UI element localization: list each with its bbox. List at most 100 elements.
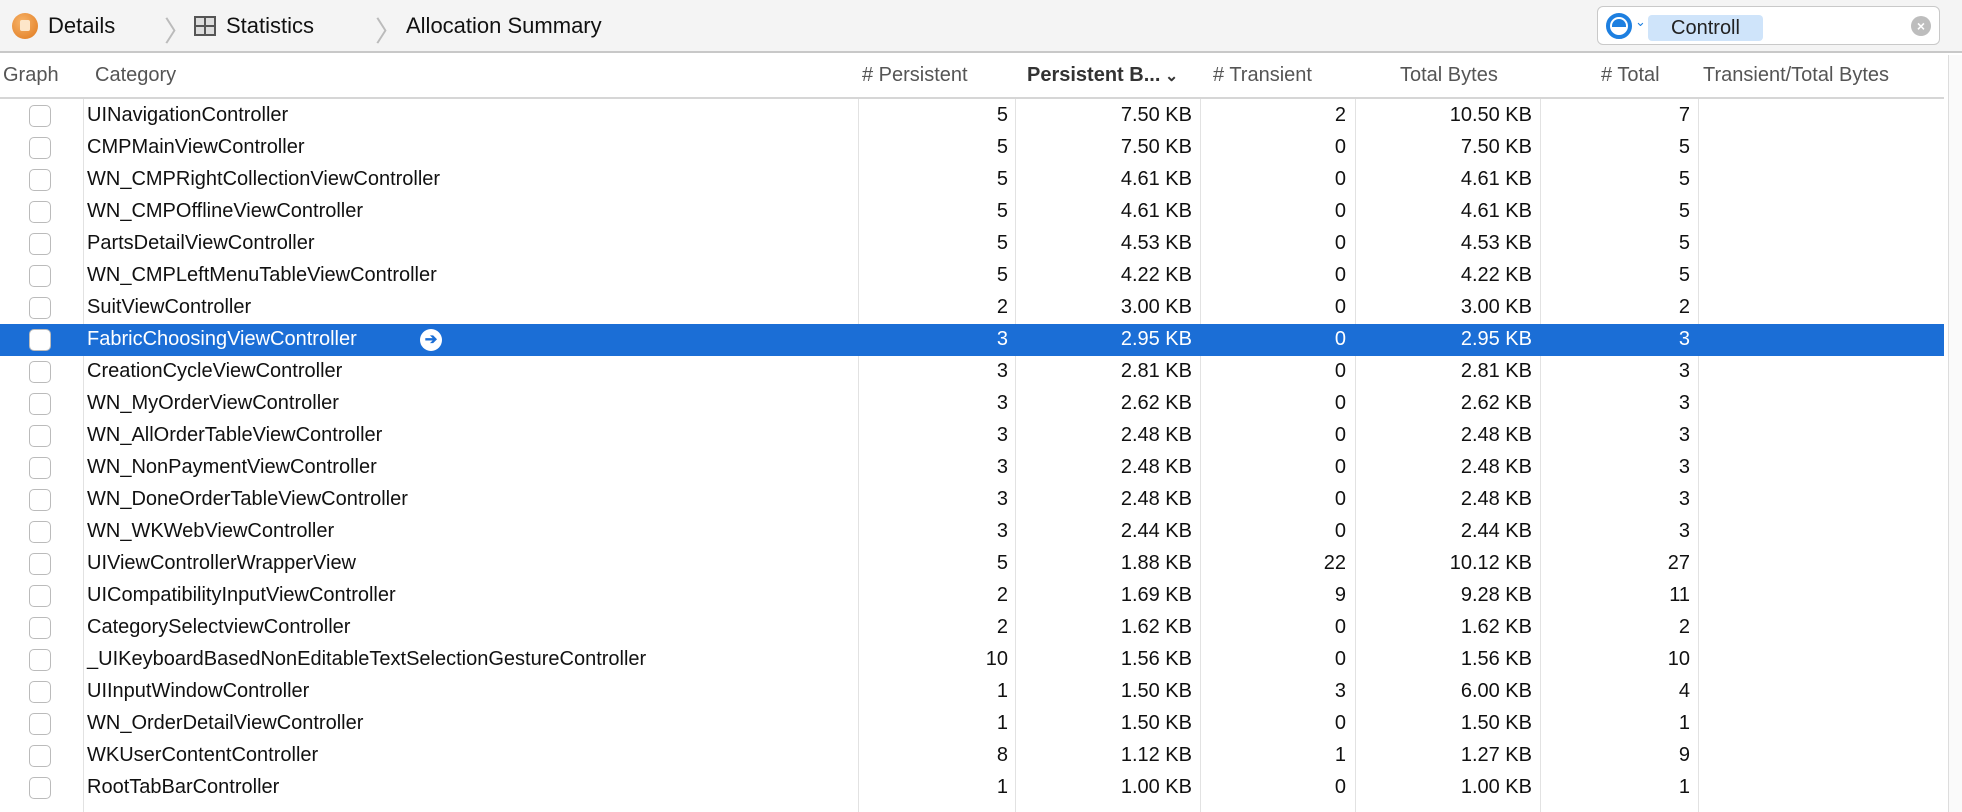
table-row[interactable]: FabricChoosingViewController ➔ 3 2.95 KB 0 2.… bbox=[0, 324, 1944, 356]
graph-checkbox[interactable] bbox=[29, 105, 51, 127]
search-token[interactable]: Controll bbox=[1648, 15, 1763, 41]
graph-checkbox[interactable] bbox=[29, 489, 51, 511]
cell-value: 4.53 KB bbox=[1460, 232, 1532, 254]
table-row[interactable]: CategorySelectviewController 2 1.62 KB 0 1.6… bbox=[0, 612, 1944, 644]
cell-value: 1 bbox=[1678, 712, 1690, 734]
cell-value: 5 bbox=[996, 552, 1008, 574]
cell-value: 4.61 KB bbox=[1460, 168, 1532, 190]
cell-value: 1.62 KB bbox=[1460, 616, 1532, 638]
table-row[interactable]: UICompatibilityInputViewController 2 1.69 … bbox=[0, 580, 1944, 612]
filter-search-field[interactable]: ⌄ Controll × bbox=[1597, 6, 1940, 45]
graph-checkbox[interactable] bbox=[29, 617, 51, 639]
table-row[interactable]: WN_CMPLeftMenuTableViewController 5 4.22 K… bbox=[0, 260, 1944, 292]
table-row[interactable]: RootTabBarController 1 1.00 KB 0 1.00 KB 1 bbox=[0, 772, 1944, 804]
cell-value: 2.81 KB bbox=[1120, 360, 1192, 382]
column-transient-count[interactable]: # Transient bbox=[1213, 64, 1312, 87]
cell-value: 0 bbox=[1334, 488, 1346, 510]
cell-value: 2.48 KB bbox=[1460, 424, 1532, 446]
graph-checkbox[interactable] bbox=[29, 553, 51, 575]
graph-checkbox[interactable] bbox=[29, 457, 51, 479]
table-row[interactable]: UIViewControllerWrapperView 5 1.88 KB 22 10.… bbox=[0, 548, 1944, 580]
cell-value: 5 bbox=[996, 264, 1008, 286]
table-row[interactable]: WN_AllOrderTableViewController 3 2.48 KB 0 2… bbox=[0, 420, 1944, 452]
category-name: UINavigationController bbox=[87, 104, 289, 126]
chevron-down-icon[interactable]: ⌄ bbox=[1635, 14, 1646, 30]
graph-checkbox[interactable] bbox=[29, 777, 51, 799]
cell-value: 2 bbox=[1678, 616, 1690, 638]
table-row[interactable]: UINavigationController 5 7.50 KB 2 10.50 KB 7 bbox=[0, 100, 1944, 132]
graph-checkbox[interactable] bbox=[29, 713, 51, 735]
cell-value: 1.62 KB bbox=[1120, 616, 1192, 638]
column-category[interactable]: Category bbox=[95, 64, 176, 87]
table-row[interactable]: WN_CMPRightCollectionViewController 5 4.61… bbox=[0, 164, 1944, 196]
cell-value: 7.50 KB bbox=[1120, 104, 1192, 126]
category-name: WKUserContentController bbox=[87, 744, 319, 766]
column-persistent-count[interactable]: # Persistent bbox=[862, 64, 968, 87]
graph-checkbox[interactable] bbox=[29, 137, 51, 159]
table-row[interactable]: WKUserContentController 8 1.12 KB 1 1.27 KB 9 bbox=[0, 740, 1944, 772]
column-graph[interactable]: Graph bbox=[3, 64, 59, 87]
cell-value: 5 bbox=[996, 232, 1008, 254]
table-row[interactable]: WN_DoneOrderTableViewController 3 2.48 KB 0… bbox=[0, 484, 1944, 516]
cell-value: 5 bbox=[996, 136, 1008, 158]
category-name: WN_DoneOrderTableViewController bbox=[87, 488, 408, 510]
table-row[interactable]: WN_OrderDetailViewController 1 1.50 KB 0 1.5… bbox=[0, 708, 1944, 740]
graph-checkbox[interactable] bbox=[29, 649, 51, 671]
column-total-count[interactable]: # Total bbox=[1601, 64, 1660, 87]
cell-value: 4 bbox=[1678, 680, 1690, 702]
graph-checkbox[interactable] bbox=[29, 169, 51, 191]
cell-value: 3 bbox=[996, 328, 1008, 350]
graph-checkbox[interactable] bbox=[29, 361, 51, 383]
table-row[interactable]: PartsDetailViewController 5 4.53 KB 0 4.53 K… bbox=[0, 228, 1944, 260]
table-row[interactable]: WN_CMPOfflineViewController 5 4.61 KB 0 4.61… bbox=[0, 196, 1944, 228]
breadcrumb-statistics[interactable]: Statistics bbox=[194, 13, 314, 39]
category-name: WN_NonPaymentViewController bbox=[87, 456, 377, 478]
cell-value: 5 bbox=[996, 168, 1008, 190]
column-persistent-bytes[interactable]: Persistent B... ⌄ bbox=[1027, 64, 1178, 87]
graph-checkbox[interactable] bbox=[29, 681, 51, 703]
breadcrumb-details[interactable]: Details bbox=[12, 13, 115, 39]
vertical-scrollbar[interactable] bbox=[1948, 55, 1962, 812]
cell-value: 2.44 KB bbox=[1120, 520, 1192, 542]
cell-value: 1.69 KB bbox=[1120, 584, 1192, 606]
chevron-right-icon: 〉 bbox=[164, 16, 193, 47]
graph-checkbox[interactable] bbox=[29, 585, 51, 607]
table-row[interactable]: WN_MyOrderViewController 3 2.62 KB 0 2.62 KB… bbox=[0, 388, 1944, 420]
category-name: WN_CMPLeftMenuTableViewController bbox=[87, 264, 437, 286]
cell-value: 3 bbox=[1678, 520, 1690, 542]
breadcrumb-allocation-summary[interactable]: Allocation Summary bbox=[406, 13, 602, 39]
category-name: WN_AllOrderTableViewController bbox=[87, 424, 383, 446]
column-total-bytes[interactable]: Total Bytes bbox=[1400, 64, 1498, 87]
table-row[interactable]: UIInputWindowController 1 1.50 KB 3 6.00 KB 4 bbox=[0, 676, 1944, 708]
cell-value: 1 bbox=[996, 776, 1008, 798]
table-row[interactable]: WN_WKWebViewController 3 2.44 KB 0 2.44 KB 3 bbox=[0, 516, 1944, 548]
table-row[interactable]: CMPMainViewController 5 7.50 KB 0 7.50 KB 5 bbox=[0, 132, 1944, 164]
cell-value: 1.56 KB bbox=[1120, 648, 1192, 670]
graph-checkbox[interactable] bbox=[29, 329, 51, 351]
cell-value: 2.95 KB bbox=[1460, 328, 1532, 350]
cell-value: 0 bbox=[1334, 776, 1346, 798]
column-transient-total-bytes[interactable]: Transient/Total Bytes bbox=[1703, 64, 1889, 87]
graph-checkbox[interactable] bbox=[29, 521, 51, 543]
cell-value: 2.48 KB bbox=[1120, 424, 1192, 446]
graph-checkbox[interactable] bbox=[29, 233, 51, 255]
graph-checkbox[interactable] bbox=[29, 265, 51, 287]
cell-value: 0 bbox=[1334, 392, 1346, 414]
clear-search-icon[interactable]: × bbox=[1911, 16, 1931, 36]
graph-checkbox[interactable] bbox=[29, 393, 51, 415]
cell-value: 3 bbox=[996, 360, 1008, 382]
graph-checkbox[interactable] bbox=[29, 745, 51, 767]
table-row[interactable]: CreationCycleViewController 3 2.81 KB 0 2.81… bbox=[0, 356, 1944, 388]
table-row[interactable]: _UIKeyboardBasedNonEditableTextSelection… bbox=[0, 644, 1944, 676]
filter-scope-icon[interactable] bbox=[1606, 13, 1632, 39]
focus-arrow-icon[interactable]: ➔ bbox=[420, 329, 442, 351]
graph-checkbox[interactable] bbox=[29, 297, 51, 319]
cell-value: 3 bbox=[996, 488, 1008, 510]
table-row[interactable]: SuitViewController 2 3.00 KB 0 3.00 KB 2 bbox=[0, 292, 1944, 324]
graph-checkbox[interactable] bbox=[29, 201, 51, 223]
cell-value: 5 bbox=[996, 104, 1008, 126]
graph-checkbox[interactable] bbox=[29, 425, 51, 447]
table-row[interactable]: WN_NonPaymentViewController 3 2.48 KB 0 2.48… bbox=[0, 452, 1944, 484]
cell-value: 1.56 KB bbox=[1460, 648, 1532, 670]
cell-value: 3 bbox=[1334, 680, 1346, 702]
